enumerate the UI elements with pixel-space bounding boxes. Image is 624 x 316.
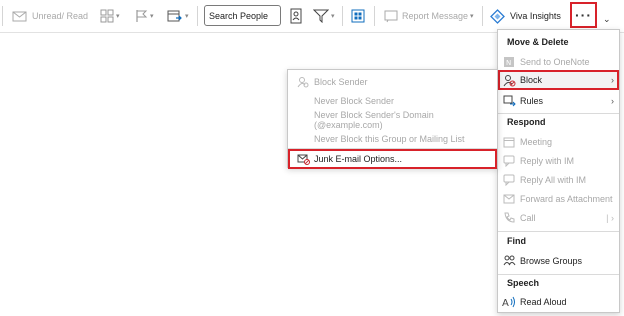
more-commands-button[interactable]: ··· <box>570 2 597 28</box>
junk-mail-icon <box>297 153 310 165</box>
chevron-right-icon: › <box>611 95 614 106</box>
svg-text:N: N <box>506 59 511 67</box>
chat-reply-icon <box>498 155 520 167</box>
envelope-icon <box>12 9 28 23</box>
report-message-label: Report Message <box>402 11 469 21</box>
submenu-item-junk-email-options[interactable]: Junk E-mail Options... <box>288 149 497 169</box>
chevron-down-icon: ▾ <box>185 13 189 20</box>
menu-item-reply-with-im[interactable]: Reply with IM <box>498 151 619 170</box>
chevron-down-icon: ▾ <box>470 13 474 20</box>
submenu-item-label: Never Block Sender <box>314 95 395 106</box>
chevron-right-icon: › <box>611 75 614 85</box>
unread-read-button[interactable]: Unread/ Read <box>12 5 88 27</box>
submenu-item-label: Junk E-mail Options... <box>314 154 403 164</box>
categorize-icon <box>100 9 114 23</box>
unread-read-label: Unread/ Read <box>32 11 89 21</box>
flag-icon <box>134 9 148 23</box>
onenote-icon: N <box>498 56 520 68</box>
menu-separator <box>498 274 619 275</box>
separator <box>197 6 198 26</box>
menu-item-label: Reply with IM <box>520 155 575 166</box>
menu-item-reply-all-with-im[interactable]: Reply All with IM <box>498 170 619 189</box>
chat-reply-all-icon <box>498 174 520 186</box>
address-book-button[interactable] <box>289 5 303 27</box>
section-header-respond: Respond <box>507 117 546 127</box>
menu-separator <box>498 113 619 114</box>
submenu-item-never-block-domain[interactable]: Never Block Sender's Domain (@example.co… <box>288 109 497 130</box>
apps-grid-icon <box>351 9 365 23</box>
address-book-icon <box>289 8 303 24</box>
menu-item-read-aloud[interactable]: A Read Aloud <box>498 292 619 311</box>
chevron-down-icon: ▾ <box>116 13 120 20</box>
rules-icon <box>498 95 520 107</box>
apps-button[interactable] <box>351 5 365 27</box>
viva-insights-label: Viva Insights <box>510 11 561 21</box>
groups-icon <box>498 255 520 267</box>
block-person-icon <box>297 76 309 88</box>
section-header-speech: Speech <box>507 278 540 288</box>
phone-icon <box>498 212 520 224</box>
follow-up-button[interactable]: ▾ <box>134 5 154 27</box>
menu-item-label: Read Aloud <box>520 296 567 307</box>
section-header-move-delete: Move & Delete <box>507 37 569 47</box>
filter-icon <box>313 9 329 23</box>
separator <box>342 6 343 26</box>
chevron-down-icon: ▾ <box>331 13 335 20</box>
menu-item-label: Browse Groups <box>520 255 583 266</box>
viva-insights-icon <box>490 8 505 24</box>
report-icon <box>384 9 398 23</box>
filter-email-button[interactable]: ▾ <box>313 5 335 27</box>
categorize-button[interactable]: ▾ <box>100 5 120 27</box>
menu-item-label: Call <box>520 212 536 223</box>
menu-item-label: Rules <box>520 95 544 106</box>
submenu-item-label: Never Block Sender's Domain (@example.co… <box>314 109 434 130</box>
quick-steps-button[interactable]: ▾ <box>167 5 189 27</box>
section-header-find: Find <box>507 236 526 246</box>
menu-item-meeting[interactable]: Meeting <box>498 132 619 151</box>
calendar-icon <box>498 136 520 148</box>
calendar-move-icon <box>167 9 183 23</box>
menu-item-label: Send to OneNote <box>520 56 590 67</box>
chevron-down-icon[interactable]: ⌄ <box>603 14 611 25</box>
menu-item-rules[interactable]: Rules › <box>498 91 619 110</box>
submenu-item-block-sender[interactable]: Block Sender <box>288 72 497 91</box>
separator <box>374 6 375 26</box>
block-person-icon <box>498 74 520 87</box>
report-message-button[interactable]: Report Message ▾ <box>384 5 474 27</box>
search-people-input[interactable] <box>204 5 281 26</box>
viva-insights-button[interactable]: Viva Insights <box>490 5 561 27</box>
svg-text:A: A <box>502 298 509 308</box>
block-submenu: Block Sender Never Block Sender Never Bl… <box>287 69 498 169</box>
menu-item-label: Block <box>520 75 543 85</box>
submenu-item-never-block-group[interactable]: Never Block this Group or Mailing List <box>288 129 497 148</box>
menu-separator <box>498 231 619 232</box>
more-commands-menu: Move & Delete N Send to OneNote Block › … <box>497 29 620 313</box>
submenu-item-label: Block Sender <box>314 76 368 87</box>
forward-attachment-icon <box>498 193 520 205</box>
menu-item-block[interactable]: Block › <box>498 70 619 90</box>
menu-item-label: Reply All with IM <box>520 174 587 185</box>
menu-item-call[interactable]: Call | › <box>498 208 619 227</box>
menu-item-send-to-onenote[interactable]: N Send to OneNote <box>498 52 619 71</box>
menu-item-label: Meeting <box>520 136 553 147</box>
read-aloud-icon: A <box>498 296 520 308</box>
submenu-item-label: Never Block this Group or Mailing List <box>314 133 465 144</box>
separator <box>482 6 483 26</box>
chevron-down-icon: ▾ <box>150 13 154 20</box>
chevron-right-icon: | › <box>606 212 614 223</box>
menu-item-browse-groups[interactable]: Browse Groups <box>498 251 619 270</box>
menu-item-forward-as-attachment[interactable]: Forward as Attachment <box>498 189 619 208</box>
submenu-item-never-block-sender[interactable]: Never Block Sender <box>288 91 497 110</box>
separator <box>2 6 3 26</box>
menu-item-label: Forward as Attachment <box>520 193 613 204</box>
